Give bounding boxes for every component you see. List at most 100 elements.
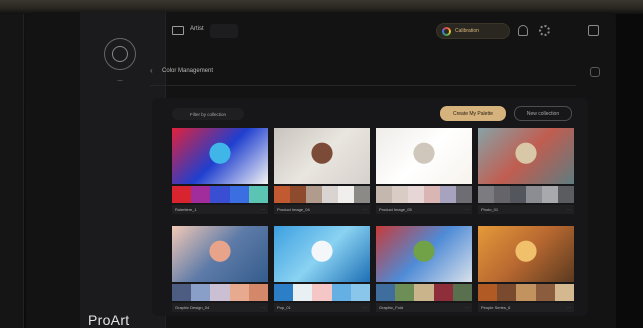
new-collection-button[interactable]: New collection <box>514 106 572 121</box>
right-window-edge <box>616 14 643 328</box>
palette-grid: Filter by collection Create My Palette N… <box>152 98 588 316</box>
more-options-icon[interactable]: ··· <box>465 303 469 312</box>
color-swatch[interactable] <box>293 284 313 301</box>
swatch-strip <box>478 284 575 301</box>
color-swatch[interactable] <box>516 284 536 301</box>
palette-thumbnail[interactable] <box>274 128 370 184</box>
color-wheel-icon <box>442 27 451 36</box>
color-swatch[interactable] <box>350 284 371 301</box>
color-swatch[interactable] <box>331 284 351 301</box>
color-swatch[interactable] <box>306 186 322 203</box>
color-swatch[interactable] <box>497 284 517 301</box>
color-swatch[interactable] <box>338 186 354 203</box>
gear-icon[interactable] <box>539 25 550 36</box>
color-swatch[interactable] <box>312 284 332 301</box>
palette-name: People Series_6 ··· <box>478 303 574 312</box>
palette-card[interactable]: Photo_01 ··· <box>478 128 574 216</box>
palette-card[interactable]: Product Image_05 ··· <box>376 128 472 216</box>
color-swatch[interactable] <box>414 284 434 301</box>
app-window: — ProArt Artist Calibration ‹ Color Mana… <box>26 12 616 328</box>
options-icon[interactable] <box>590 67 600 77</box>
color-swatch[interactable] <box>535 284 555 301</box>
avatar[interactable] <box>104 38 136 70</box>
palette-name: Graphic_Fold ··· <box>376 303 472 312</box>
filter-dropdown[interactable]: Filter by collection <box>172 108 244 120</box>
palette-card[interactable]: Pop_01 ··· <box>274 226 371 314</box>
notification-icon[interactable] <box>518 25 528 36</box>
color-swatch[interactable] <box>554 284 575 301</box>
color-swatch[interactable] <box>376 284 396 301</box>
palette-card[interactable]: Graphic Design_04 ··· <box>172 226 269 314</box>
color-swatch[interactable] <box>248 284 269 301</box>
color-swatch[interactable] <box>510 186 526 203</box>
color-swatch[interactable] <box>478 186 494 203</box>
color-swatch[interactable] <box>191 284 211 301</box>
palette-thumbnail[interactable] <box>376 226 472 282</box>
swatch-strip <box>172 186 269 203</box>
palette-thumbnail[interactable] <box>172 128 268 184</box>
color-swatch[interactable] <box>210 186 230 203</box>
palette-thumbnail[interactable] <box>172 226 268 282</box>
color-swatch[interactable] <box>376 186 392 203</box>
color-swatch[interactable] <box>210 284 230 301</box>
palette-thumbnail[interactable] <box>376 128 472 184</box>
palette-name: Graphic Design_04 ··· <box>172 303 268 312</box>
color-swatch[interactable] <box>424 186 440 203</box>
palette-card[interactable]: Ruleritem_1 ··· <box>172 128 269 216</box>
color-swatch[interactable] <box>274 186 290 203</box>
color-swatch[interactable] <box>542 186 558 203</box>
color-swatch[interactable] <box>229 186 249 203</box>
color-swatch[interactable] <box>395 284 415 301</box>
swatch-strip <box>478 186 574 203</box>
palette-card[interactable]: Product Image_04 ··· <box>274 128 370 216</box>
brand-logo: ProArt <box>88 312 130 328</box>
swatch-strip <box>376 284 473 301</box>
more-options-icon[interactable]: ··· <box>363 303 367 312</box>
swatch-strip <box>376 186 472 203</box>
color-swatch[interactable] <box>290 186 306 203</box>
color-swatch[interactable] <box>392 186 408 203</box>
more-options-icon[interactable]: ··· <box>567 205 571 214</box>
palette-thumbnail[interactable] <box>478 226 574 282</box>
palette-thumbnail[interactable] <box>478 128 574 184</box>
color-swatch[interactable] <box>172 284 192 301</box>
page-title: Color Management <box>162 68 214 74</box>
palette-name: Product Image_05 ··· <box>376 205 472 214</box>
more-options-icon[interactable]: ··· <box>363 205 367 214</box>
palette-name: Product Image_04 ··· <box>274 205 370 214</box>
more-options-icon[interactable]: ··· <box>261 205 265 214</box>
more-options-icon[interactable]: ··· <box>261 303 265 312</box>
palette-card[interactable]: People Series_6 ··· <box>478 226 575 314</box>
color-swatch[interactable] <box>456 186 472 203</box>
color-swatch[interactable] <box>433 284 453 301</box>
calibration-button[interactable]: Calibration <box>436 23 510 39</box>
color-swatch[interactable] <box>191 186 211 203</box>
color-swatch[interactable] <box>172 186 192 203</box>
color-swatch[interactable] <box>452 284 473 301</box>
color-swatch[interactable] <box>526 186 542 203</box>
more-options-icon[interactable]: ··· <box>567 303 571 312</box>
top-bar: Artist Calibration <box>166 12 616 52</box>
swatch-strip <box>172 284 269 301</box>
color-swatch[interactable] <box>494 186 510 203</box>
device-name[interactable]: Artist <box>190 26 204 32</box>
calibration-label: Calibration <box>455 28 479 34</box>
color-swatch[interactable] <box>248 186 269 203</box>
color-swatch[interactable] <box>229 284 249 301</box>
user-icon <box>112 46 128 62</box>
palette-thumbnail[interactable] <box>274 226 370 282</box>
device-dropdown[interactable] <box>210 24 238 38</box>
palette-card[interactable]: Graphic_Fold ··· <box>376 226 473 314</box>
more-options-icon[interactable]: ··· <box>465 205 469 214</box>
color-swatch[interactable] <box>440 186 456 203</box>
color-swatch[interactable] <box>558 186 574 203</box>
chevron-left-icon[interactable]: ‹ <box>150 66 153 75</box>
palette-name: Photo_01 ··· <box>478 205 574 214</box>
color-swatch[interactable] <box>478 284 498 301</box>
color-swatch[interactable] <box>354 186 370 203</box>
color-swatch[interactable] <box>322 186 338 203</box>
create-palette-button[interactable]: Create My Palette <box>440 106 506 121</box>
menu-icon[interactable] <box>588 25 599 36</box>
color-swatch[interactable] <box>274 284 294 301</box>
color-swatch[interactable] <box>408 186 424 203</box>
